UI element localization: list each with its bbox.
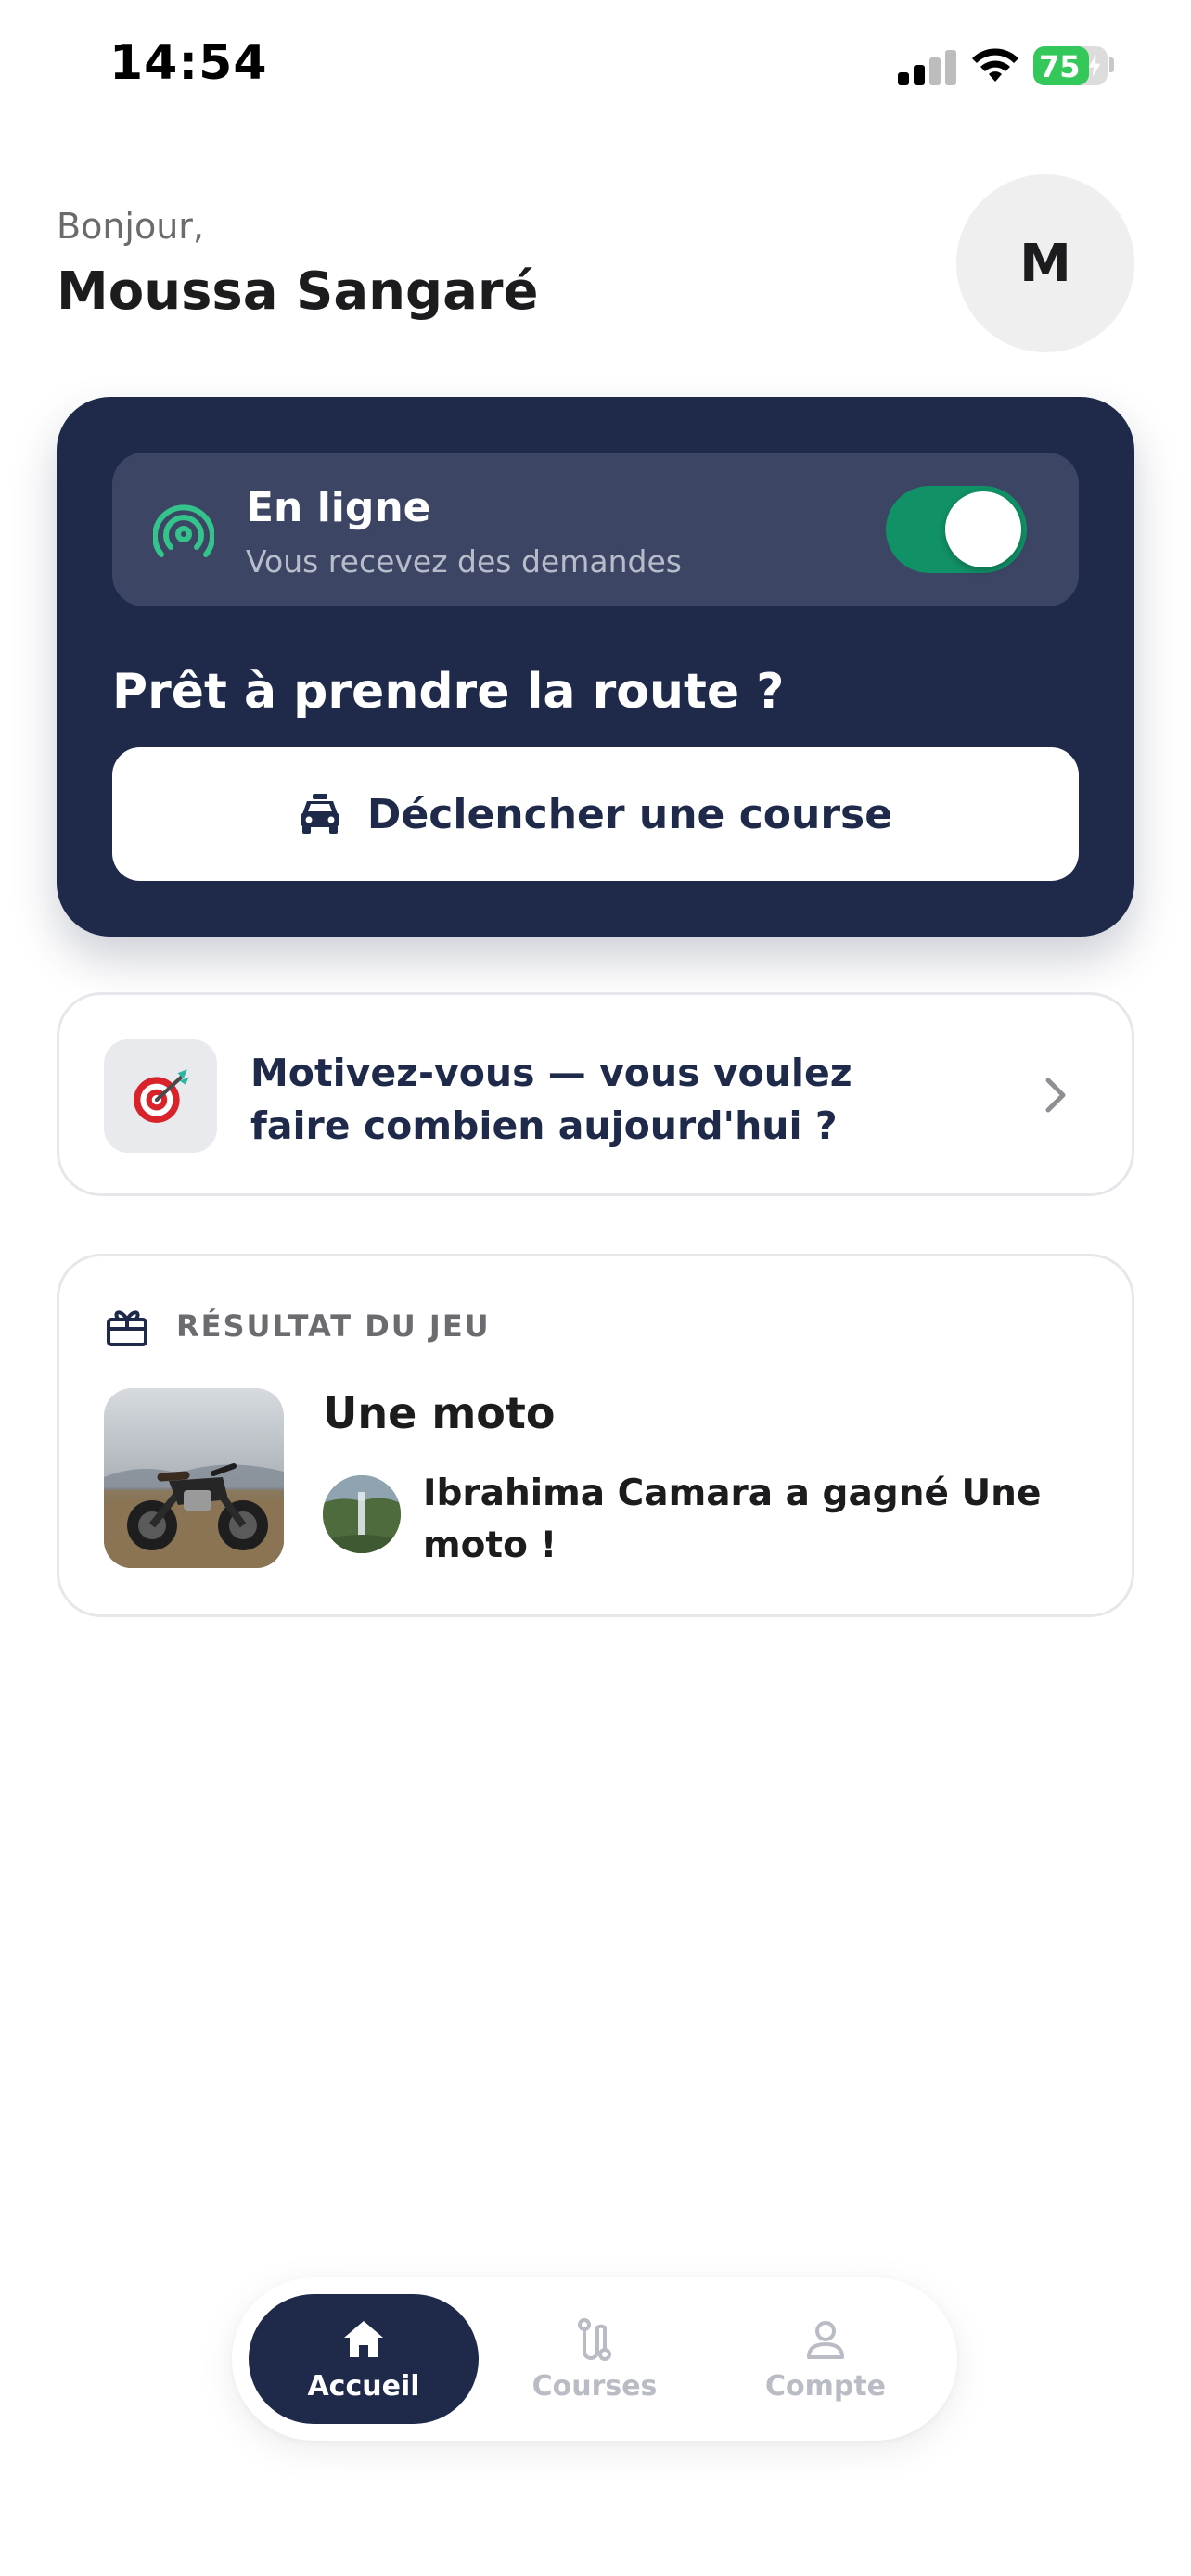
user-name: Moussa Sangaré xyxy=(57,261,539,322)
nav-item-accueil[interactable]: Accueil xyxy=(249,2294,479,2424)
wifi-icon xyxy=(972,48,1018,82)
trigger-ride-button[interactable]: Déclencher une course xyxy=(112,747,1079,881)
target-dart-icon xyxy=(134,1069,189,1123)
online-status-subtitle: Vous recevez des demandes xyxy=(246,543,682,580)
prize-title: Une moto xyxy=(323,1388,556,1438)
prize-motorcycle-image xyxy=(104,1388,284,1568)
battery-indicator: 75 xyxy=(1033,46,1108,85)
battery-cap xyxy=(1109,57,1114,72)
nav-label-accueil: Accueil xyxy=(307,2369,420,2403)
nav-label-courses: Courses xyxy=(531,2369,658,2403)
motivation-card[interactable]: Motivez-vous — vous voulez faire combien… xyxy=(57,992,1134,1196)
driver-status-card: En ligne Vous recevez des demandes Prêt … xyxy=(57,397,1134,937)
toggle-knob xyxy=(945,491,1021,567)
nav-item-courses[interactable]: Courses xyxy=(480,2294,710,2424)
winner-announcement: Ibrahima Camara a gagné Une moto ! xyxy=(423,1473,1042,1566)
motivation-prompt: Motivez-vous — vous voulez faire combien… xyxy=(250,1051,852,1148)
battery-level: 75 xyxy=(1039,49,1081,84)
target-tile xyxy=(104,1039,217,1153)
gift-icon xyxy=(107,1310,147,1346)
chevron-right-icon xyxy=(1045,1078,1066,1113)
radio-signal-icon xyxy=(153,504,214,557)
bottom-navigation: Accueil Courses Compte xyxy=(232,2277,957,2441)
online-toggle[interactable] xyxy=(886,486,1027,573)
game-result-label: RÉSULTAT DU JEU xyxy=(176,1308,491,1344)
greeting-text: Bonjour, xyxy=(57,206,204,247)
nav-label-compte: Compte xyxy=(764,2369,887,2403)
status-time: 14:54 xyxy=(109,35,268,91)
online-status-title: En ligne xyxy=(246,484,431,531)
user-icon xyxy=(807,2320,844,2359)
trigger-ride-label: Déclencher une course xyxy=(366,790,893,838)
status-bar: 14:54 75 xyxy=(0,0,1191,134)
game-result-card[interactable]: RÉSULTAT DU JEU Une moto Ibrahima Camara… xyxy=(57,1254,1134,1617)
route-icon xyxy=(578,2317,611,2361)
online-status-row: En ligne Vous recevez des demandes xyxy=(112,453,1079,606)
profile-avatar[interactable]: M xyxy=(956,174,1134,352)
cellular-signal-icon xyxy=(898,50,956,85)
home-icon xyxy=(344,2320,383,2357)
charging-bolt-icon xyxy=(1088,55,1101,77)
nav-item-compte[interactable]: Compte xyxy=(711,2294,941,2424)
winner-avatar xyxy=(323,1475,401,1553)
ready-heading: Prêt à prendre la route ? xyxy=(112,664,785,720)
taxi-icon xyxy=(300,794,339,834)
